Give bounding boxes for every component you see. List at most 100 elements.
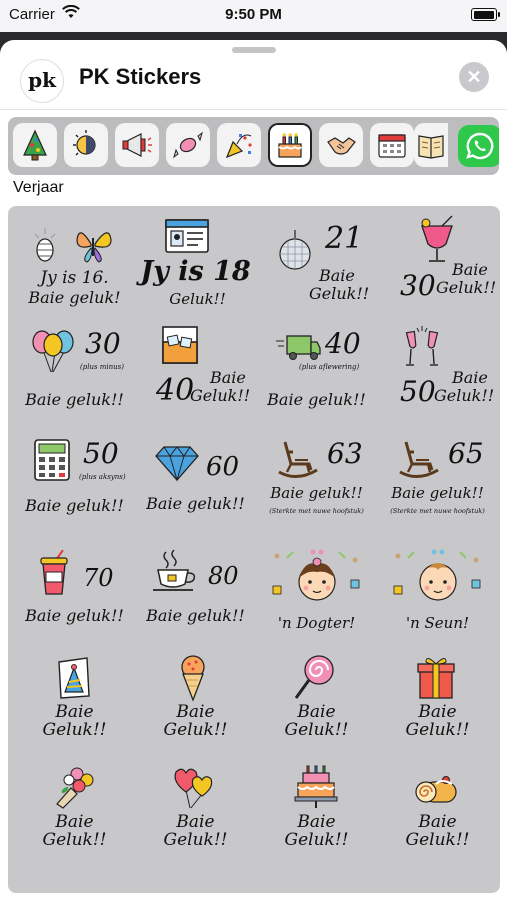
sticker-number: 30 [400, 269, 436, 302]
tab-party[interactable] [217, 123, 261, 167]
sticker-note: (plus aksyns) [79, 473, 126, 481]
sticker-text: Baie geluk!! [146, 606, 245, 625]
sticker-item[interactable]: Baie Geluk!! [259, 654, 374, 754]
sticker-text: Geluk!! [436, 278, 497, 297]
sticker-text: Geluk!! [163, 830, 228, 850]
sticker-text: Baie geluk!! [270, 484, 363, 502]
sticker-item[interactable]: 70 Baie geluk!! [17, 544, 132, 644]
sticker-text: Geluk!! [405, 830, 470, 850]
cocktail-icon [421, 215, 453, 262]
champagne-glasses-icon [405, 326, 439, 366]
delivery-truck-icon [276, 335, 321, 360]
tab-christmas[interactable] [13, 123, 57, 167]
close-button[interactable]: ✕ [459, 62, 489, 92]
calculator-icon [34, 439, 70, 481]
status-bar: Carrier 9:50 PM [0, 0, 507, 32]
sticker-number: 30 [85, 327, 121, 360]
sticker-number: 80 [208, 562, 239, 590]
sticker-text: Baie [176, 702, 215, 722]
sticker-item[interactable]: 40 Baie Geluk!! [138, 324, 253, 424]
sticker-text: Geluk!! [284, 720, 349, 740]
sticker-text: Baie [319, 266, 355, 285]
disco-ball-icon [279, 230, 311, 270]
gift-box-icon [417, 658, 455, 699]
sticker-item[interactable]: 30 (plus minus) Baie geluk!! [17, 324, 132, 424]
sticker-number: 65 [448, 437, 484, 470]
sticker-text: Baie geluk!! [25, 390, 124, 409]
sticker-text: Baie geluk! [28, 288, 121, 307]
sticker-item[interactable]: Baie Geluk!! [380, 654, 495, 754]
rocking-chair-icon [399, 441, 439, 478]
sheet-grabber[interactable] [232, 47, 276, 53]
tab-birthday[interactable] [268, 123, 312, 167]
cake-icon [294, 765, 338, 808]
whatsapp-button[interactable] [458, 125, 499, 167]
sticker-item[interactable]: 30 Baie Geluk!! [380, 214, 497, 314]
sticker-text: Geluk!! [434, 386, 495, 405]
baby-boy-icon [393, 549, 481, 601]
whatsapp-icon [466, 132, 494, 160]
sticker-text: Jy is 16. [40, 268, 109, 288]
baby-girl-icon [272, 549, 360, 601]
sticker-number: 70 [83, 564, 114, 592]
sticker-number: 40 [325, 327, 361, 360]
sticker-text: Baie [55, 812, 94, 832]
sticker-text: Geluk!! [169, 290, 226, 308]
sticker-text: Baie geluk!! [25, 606, 124, 625]
lollipop-icon [294, 655, 334, 699]
sticker-item[interactable]: Baie Geluk!! [380, 764, 495, 864]
sticker-item[interactable]: 65 Baie geluk!! (Sterkte met nuwe hoofst… [380, 434, 495, 534]
sticker-text: Geluk!! [190, 386, 251, 405]
sticker-item[interactable]: Baie Geluk!! [17, 654, 132, 754]
sticker-note: (Sterkte met nuwe hoofstuk) [390, 507, 485, 515]
sticker-item[interactable]: 'n Dogter! [259, 544, 374, 644]
tab-handshake[interactable] [319, 123, 363, 167]
sticker-text: Baie [418, 702, 457, 722]
sticker-item[interactable]: 21 Baie Geluk!! [259, 214, 374, 314]
sticker-text: Geluk!! [284, 830, 349, 850]
sticker-item[interactable]: Baie Geluk!! [17, 764, 132, 864]
tab-megaphone[interactable] [115, 123, 159, 167]
sticker-item[interactable]: 63 Baie geluk!! (Sterkte met nuwe hoofst… [259, 434, 374, 534]
sticker-text: 'n Seun! [405, 614, 470, 632]
sticker-item[interactable]: 50 (plus aksyns) Baie geluk!! [17, 434, 132, 534]
sticker-item[interactable]: 50 Baie Geluk!! [380, 324, 495, 424]
christmas-tree-icon [23, 129, 47, 161]
clock: 9:50 PM [225, 6, 282, 23]
ice-cream-icon [181, 655, 205, 702]
sticker-text: Geluk!! [42, 830, 107, 850]
sticker-number: 40 [156, 373, 195, 408]
sticker-item[interactable]: 80 Baie geluk!! [138, 544, 253, 644]
sticker-item[interactable]: Jy is 16. Baie geluk! [17, 214, 132, 314]
sticker-note: (plus aflewering) [299, 363, 360, 371]
tab-book[interactable] [414, 123, 448, 167]
sticker-text: Geluk!! [163, 720, 228, 740]
book-icon [418, 135, 444, 159]
sticker-text: Baie [418, 812, 457, 832]
sticker-number: 50 [83, 437, 119, 470]
calendar-icon [378, 134, 406, 158]
sticker-item[interactable]: Baie Geluk!! [259, 764, 374, 864]
sticker-text: Geluk!! [405, 720, 470, 740]
butterfly-icon [34, 228, 112, 263]
sticker-item[interactable]: Baie Geluk!! [138, 654, 253, 754]
sticker-text: Baie [452, 368, 488, 387]
tab-candy[interactable] [166, 123, 210, 167]
sticker-item[interactable]: 40 (plus aflewering) Baie geluk!! [259, 324, 374, 424]
sheet-header: pk PK Stickers ✕ [0, 54, 507, 110]
sticker-text: Baie geluk!! [391, 484, 484, 502]
sticker-text: Baie geluk!! [146, 494, 245, 513]
sticker-item[interactable]: 'n Seun! [380, 544, 495, 644]
sticker-item[interactable]: Baie Geluk!! [138, 764, 253, 864]
section-label: Verjaar [13, 179, 64, 196]
swiss-roll-icon [415, 776, 457, 803]
tab-calendar[interactable] [370, 123, 414, 167]
sticker-text: Baie [297, 702, 336, 722]
tab-sun-moon[interactable] [64, 123, 108, 167]
sticker-item[interactable]: Jy is 18 Geluk!! [138, 214, 253, 314]
sticker-note: (plus minus) [80, 363, 124, 371]
sticker-number: 50 [400, 375, 436, 408]
sticker-item[interactable]: 60 Baie geluk!! [138, 434, 253, 534]
close-icon: ✕ [466, 67, 482, 87]
teacup-icon [153, 549, 196, 591]
